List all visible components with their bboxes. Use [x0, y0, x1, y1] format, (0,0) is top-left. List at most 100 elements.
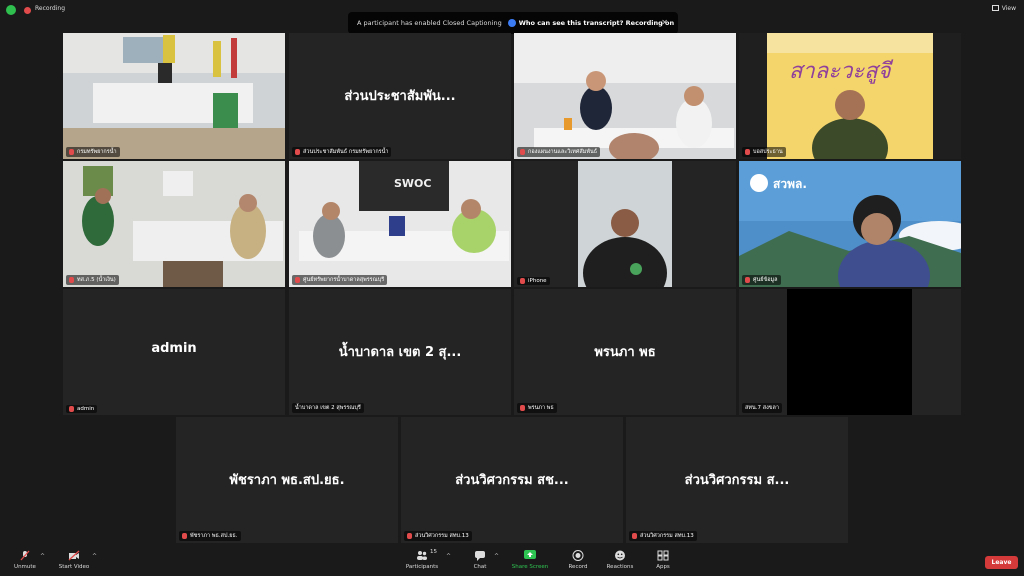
mic-off-icon: [69, 149, 74, 155]
mic-off-icon: [69, 406, 74, 412]
video-tile-14[interactable]: ส่วนวิศวกรรม สช... ส่วนวิศวกรรม สทบ.13: [401, 417, 623, 543]
participant-label: น้ำบาดาล เขต 2 สุพรรณบุรี: [292, 403, 364, 413]
video-tile-5[interactable]: ทส.ภ.5 (น้ำเงิน): [63, 161, 285, 287]
video-tile-7[interactable]: iPhone: [514, 161, 736, 287]
video-tile-12[interactable]: สทน.7 สงขลา: [739, 289, 961, 415]
mic-off-icon: [632, 533, 637, 539]
participant-label: กองแผนงานและวิเทศสัมพันธ์: [517, 147, 601, 157]
apps-icon: [657, 550, 669, 561]
view-button[interactable]: View: [991, 5, 1016, 12]
recording-label: Recording: [35, 5, 66, 12]
swoc-logo-text: SWOC: [394, 177, 431, 190]
video-tile-10[interactable]: น้ำบาดาล เขต 2 สุ... น้ำบาดาล เขต 2 สุพร…: [289, 289, 511, 415]
video-tile-9[interactable]: admin admin: [63, 289, 285, 415]
participant-name: iPhone: [528, 278, 547, 284]
participant-name: ส่วนประชาสัมพันธ์ กรมทรัพยากรน้ำ: [303, 149, 389, 155]
audio-options-caret[interactable]: ^: [40, 553, 45, 560]
participant-label: ทส.ภ.5 (น้ำเงิน): [66, 275, 119, 285]
chat-options-caret[interactable]: ^: [494, 553, 499, 560]
participant-label: ส่วนวิศวกรรม สทบ.13: [404, 531, 472, 541]
share-screen-label: Share Screen: [511, 564, 549, 570]
logo-text: สวพล.: [773, 177, 807, 191]
participant-label: กรมทรัพยากรน้ำ: [66, 147, 120, 157]
poster-background-video: สาละวะสูจี: [739, 33, 961, 159]
share-screen-button[interactable]: Share Screen: [510, 550, 550, 570]
participant-label: สทน.7 สงขลา: [742, 403, 782, 413]
participant-name: กรมทรัพยากรน้ำ: [77, 149, 117, 155]
video-tile-3[interactable]: กองแผนงานและวิเทศสัมพันธ์: [514, 33, 736, 159]
participants-options-caret[interactable]: ^: [446, 553, 451, 560]
participants-label: Participants: [405, 564, 439, 570]
security-shield-icon[interactable]: [6, 5, 16, 15]
dark-video: [739, 289, 961, 415]
participant-label: ศูนย์ทรัพยากรน้ำบาดาลสุพรรณบุรี: [292, 275, 388, 285]
apps-button[interactable]: Apps: [651, 550, 675, 570]
mic-off-icon: [69, 277, 74, 283]
participants-icon: [417, 551, 427, 560]
reactions-label: Reactions: [606, 564, 634, 570]
participant-label: ส่วนวิศวกรรม สทบ.13: [629, 531, 697, 541]
meeting-video: [514, 33, 736, 159]
video-tile-13[interactable]: พัชราภา พธ.สป.ยธ. พัชราภา พธ.สป.ยธ.: [176, 417, 398, 543]
video-tile-8[interactable]: สวพล. ศูนย์ข้อมูล: [739, 161, 961, 287]
mic-off-icon: [295, 149, 300, 155]
landscape-background-video: สวพล.: [739, 161, 961, 287]
mic-off-icon: [182, 533, 187, 539]
mic-off-icon: [295, 277, 300, 283]
participant-display-name: พรนภา พธ: [594, 345, 656, 360]
participant-label: บอสประธาน: [742, 147, 786, 157]
participant-display-name: น้ำบาดาล เขต 2 สุ...: [338, 345, 462, 360]
start-video-button[interactable]: Start Video: [56, 550, 92, 570]
participant-label: พัชราภา พธ.สป.ยธ.: [179, 531, 241, 541]
conference-room-video: [63, 33, 285, 159]
participant-name: ส่วนวิศวกรรม สทบ.13: [415, 533, 469, 539]
start-video-label: Start Video: [58, 564, 90, 570]
mic-off-icon: [520, 149, 525, 155]
close-icon[interactable]: ✕: [661, 18, 668, 27]
video-tile-1[interactable]: กรมทรัพยากรน้ำ: [63, 33, 285, 159]
participant-display-name: ส่วนวิศวกรรม สช...: [455, 473, 569, 488]
video-tile-2[interactable]: ส่วนประชาสัมพัน... ส่วนประชาสัมพันธ์ กรม…: [289, 33, 511, 159]
participant-label: iPhone: [517, 277, 550, 285]
mic-off-icon: [407, 533, 412, 539]
share-screen-icon: [524, 550, 536, 559]
video-off-icon: [68, 550, 80, 561]
video-tile-11[interactable]: พรนภา พธ พรนภา พธ: [514, 289, 736, 415]
participant-name: กองแผนงานและวิเทศสัมพันธ์: [528, 149, 598, 155]
grid-icon: [991, 5, 999, 11]
reactions-icon: [615, 550, 625, 561]
video-options-caret[interactable]: ^: [92, 553, 97, 560]
chat-button[interactable]: Chat: [468, 550, 492, 570]
participant-display-name: ส่วนประชาสัมพัน...: [344, 89, 456, 104]
participant-name: บอสประธาน: [753, 149, 783, 155]
video-tile-6[interactable]: SWOC ศูนย์ทรัพยากรน้ำบาดาลสุพรรณบุรี: [289, 161, 511, 287]
record-icon: [572, 550, 584, 561]
participant-label: admin: [66, 405, 98, 413]
chat-label: Chat: [473, 564, 487, 570]
unmute-label: Unmute: [14, 564, 36, 570]
info-icon: [507, 19, 516, 27]
meeting-toolbar: Unmute ^ Start Video ^ Participants 15 ^…: [0, 546, 1024, 576]
swoc-room-video: SWOC: [289, 161, 511, 287]
transcript-link[interactable]: Who can see this transcript? Recording o…: [519, 19, 674, 27]
mic-off-icon: [745, 277, 750, 283]
participant-display-name: พัชราภา พธ.สป.ยธ.: [229, 473, 345, 488]
record-label: Record: [568, 564, 588, 570]
office-meeting-video: [63, 161, 285, 287]
record-button[interactable]: Record: [564, 550, 592, 570]
apps-label: Apps: [656, 564, 670, 570]
mic-muted-icon: [20, 550, 30, 561]
participant-name: ส่วนวิศวกรรม สทบ.13: [640, 533, 694, 539]
video-tile-4[interactable]: สาละวะสูจี บอสประธาน: [739, 33, 961, 159]
leave-button[interactable]: Leave: [985, 556, 1018, 569]
participant-name: พัชราภา พธ.สป.ยธ.: [190, 533, 238, 539]
unmute-button[interactable]: Unmute: [10, 550, 40, 570]
phone-camera-video: [514, 161, 736, 287]
participant-name: admin: [77, 406, 95, 412]
participant-name: ทส.ภ.5 (น้ำเงิน): [77, 277, 116, 283]
recording-dot-icon: [24, 7, 31, 14]
reactions-button[interactable]: Reactions: [604, 550, 636, 570]
video-tile-15[interactable]: ส่วนวิศวกรรม ส... ส่วนวิศวกรรม สทบ.13: [626, 417, 848, 543]
participant-name: ศูนย์ทรัพยากรน้ำบาดาลสุพรรณบุรี: [303, 277, 385, 283]
mic-off-icon: [745, 149, 750, 155]
